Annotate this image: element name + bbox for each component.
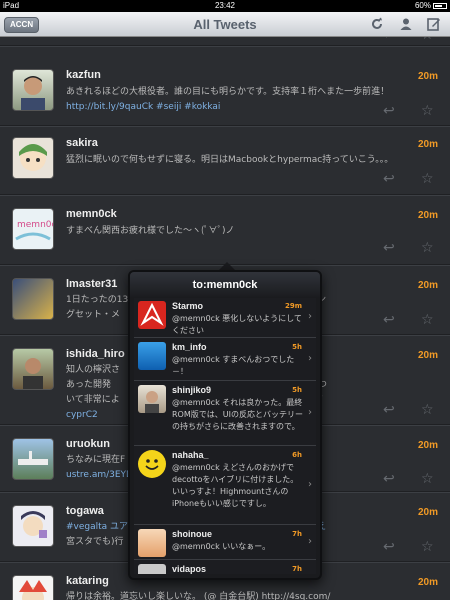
reply-icon[interactable]: ↩ — [383, 312, 395, 328]
reply-icon[interactable]: ↩ — [383, 471, 395, 487]
reply-text: @memn0ck いいなぁー。 — [172, 542, 271, 551]
tweet-time: 20m — [417, 280, 438, 291]
tweet-time: 20m — [417, 440, 438, 451]
chevron-right-icon[interactable]: › — [308, 353, 312, 364]
status-bar: iPad 23:42 60% — [0, 0, 450, 12]
reply-time: 7h — [292, 565, 302, 573]
avatar[interactable] — [138, 342, 166, 370]
avatar[interactable] — [138, 529, 166, 557]
reply-time: 29m — [284, 302, 302, 310]
reply-author[interactable]: km_info — [172, 342, 207, 352]
table-row[interactable]: memn0ck memn0ck 20m すまべん関西お疲れ様でした〜ヽ(ﾟ∀ﾟ)… — [0, 195, 450, 265]
battery-indicator: 60% — [415, 0, 447, 12]
tweet-time: 20m — [417, 210, 438, 221]
list-item[interactable]: shinjiko9 5h @memn0ck それは良かった。最終ROM版では、U… — [134, 382, 316, 446]
tweet-time: 20m — [417, 139, 438, 150]
tweet-author[interactable]: memn0ck — [66, 208, 117, 220]
tweet-author[interactable]: kazfun — [66, 69, 101, 81]
tweet-link[interactable]: http://bit.ly/9qauCk #seiji #kokkai — [66, 102, 220, 112]
star-icon[interactable]: ☆ — [421, 171, 434, 187]
tweet-time: 20m — [417, 71, 438, 82]
reply-icon[interactable]: ↩ — [383, 37, 395, 43]
avatar[interactable] — [12, 69, 54, 112]
tweet-text: 帰りは余裕。道忘いし楽しいな。 (@ 白金台駅) http://4sq.com/ — [66, 592, 331, 600]
avatar[interactable] — [12, 438, 54, 480]
reply-icon[interactable]: ↩ — [383, 103, 395, 119]
tweet-author[interactable]: togawa — [66, 505, 104, 517]
popover-list[interactable]: Starmo 29m @memn0ck 悪化しないようにしてください › km_… — [134, 298, 316, 574]
chevron-right-icon[interactable]: › — [308, 311, 312, 322]
reply-text: @memn0ck えどさんのおかげでdecottoをハイブリに付けました。いいっ… — [172, 463, 299, 508]
star-icon[interactable]: ☆ — [421, 37, 434, 43]
smiley-avatar[interactable] — [138, 450, 166, 478]
popover-title: to:memn0ck — [130, 272, 320, 298]
tweet-author[interactable]: uruokun — [66, 438, 110, 450]
table-row[interactable]: ↩ ☆ — [0, 37, 450, 46]
avatar[interactable] — [138, 385, 166, 413]
reply-author[interactable]: Starmo — [172, 301, 203, 311]
tweet-author[interactable]: kataring — [66, 575, 109, 587]
avatar[interactable] — [12, 137, 54, 179]
reply-icon[interactable]: ↩ — [383, 402, 395, 418]
reply-text: @memn0ck すまべんおつでした－！ — [172, 355, 295, 376]
conversation-popover[interactable]: to:memn0ck Starmo 29m @memn0ck 悪化しないようにし… — [128, 270, 322, 580]
nav-bar: ACCN All Tweets — [0, 12, 450, 37]
reply-author[interactable]: shinjiko9 — [172, 385, 211, 395]
chevron-right-icon[interactable]: › — [308, 479, 312, 490]
tweet-time: 20m — [417, 577, 438, 588]
tweet-author[interactable]: ishida_hiro — [66, 348, 125, 360]
tweet-time: 20m — [417, 350, 438, 361]
svg-text:memn0ck: memn0ck — [17, 220, 53, 230]
star-icon[interactable]: ☆ — [421, 103, 434, 119]
list-item[interactable]: nahaha_ 6h @memn0ck えどさんのおかげでdecottoをハイブ… — [134, 447, 316, 525]
person-icon[interactable] — [398, 17, 413, 32]
table-row[interactable]: sakira 20m 猛烈に眠いので何もせずに寝る。明日はMacbookとhyp… — [0, 126, 450, 195]
avatar[interactable] — [12, 575, 54, 600]
list-item[interactable]: km_info 5h @memn0ck すまべんおつでした－！ › — [134, 339, 316, 381]
chevron-right-icon[interactable]: › — [308, 536, 312, 547]
star-icon[interactable]: ☆ — [421, 402, 434, 418]
tweet-text: 猛烈に眠いので何もせずに寝る。明日はMacbookとhypermac持っていこう… — [66, 155, 394, 165]
reply-time: 6h — [292, 451, 302, 459]
compose-icon[interactable] — [426, 17, 441, 32]
list-item[interactable]: shoinoue 7h @memn0ck いいなぁー。 › — [134, 526, 316, 560]
reply-time: 5h — [292, 386, 302, 394]
reply-author[interactable]: vidapos — [172, 564, 206, 574]
reply-icon[interactable]: ↩ — [383, 240, 395, 256]
list-item[interactable]: Starmo 29m @memn0ck 悪化しないようにしてください › — [134, 298, 316, 338]
status-time: 23:42 — [214, 1, 236, 10]
reply-icon[interactable]: ↩ — [383, 171, 395, 187]
avatar[interactable] — [12, 505, 54, 547]
reply-text: @memn0ck それは良かった。最終ROM版では、UIの反応とバッテリーの持ち… — [172, 398, 303, 431]
avatar[interactable] — [12, 348, 54, 390]
star-icon[interactable]: ☆ — [421, 539, 434, 555]
table-row[interactable]: kazfun 20m あきれるほどの大根役者。誰の目にも明らかです。支持率１桁へ… — [0, 46, 450, 126]
tweet-body: あきれるほどの大根役者。誰の目にも明らかです。支持率１桁へまた一歩前進！ — [66, 87, 390, 97]
tweet-text: すまべん関西お疲れ様でした〜ヽ(ﾟ∀ﾟ)ノ — [66, 226, 235, 236]
tweet-author[interactable]: sakira — [66, 137, 98, 149]
tweet-time: 20m — [417, 507, 438, 518]
star-icon[interactable]: ☆ — [421, 312, 434, 328]
reply-time: 5h — [292, 343, 302, 351]
avatar[interactable] — [138, 564, 166, 574]
reply-author[interactable]: shoinoue — [172, 529, 212, 539]
tweet-author[interactable]: lmaster31 — [66, 278, 117, 290]
battery-percent: 60% — [414, 1, 431, 10]
list-item[interactable]: vidapos 7h — [134, 561, 316, 574]
avatar[interactable] — [138, 301, 166, 329]
chevron-right-icon[interactable]: › — [308, 407, 312, 418]
star-icon[interactable]: ☆ — [421, 471, 434, 487]
avatar[interactable]: memn0ck — [12, 208, 62, 250]
star-icon[interactable]: ☆ — [421, 240, 434, 256]
reply-icon[interactable]: ↩ — [383, 539, 395, 555]
reply-text: @memn0ck 悪化しないようにしてください — [172, 314, 302, 335]
reply-time: 7h — [292, 530, 302, 538]
battery-icon — [433, 3, 447, 9]
avatar[interactable] — [12, 278, 54, 320]
tweet-text: あきれるほどの大根役者。誰の目にも明らかです。支持率１桁へまた一歩前進！ htt… — [66, 85, 396, 115]
refresh-icon[interactable] — [369, 17, 384, 32]
reply-author[interactable]: nahaha_ — [172, 450, 209, 460]
